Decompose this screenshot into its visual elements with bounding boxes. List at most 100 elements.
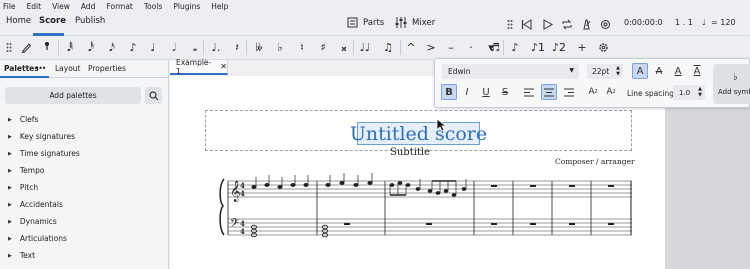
italic-button[interactable]: I [459, 84, 475, 100]
menu-format[interactable]: Format [106, 2, 132, 11]
tuplet-icon[interactable]: ♬ [488, 40, 502, 55]
flip-direction-icon[interactable]: ♪ [508, 40, 522, 55]
rest-icon[interactable]: 𝄽 [230, 40, 244, 55]
double-sharp-icon[interactable]: 𝄪 [337, 40, 351, 55]
rewind-icon[interactable] [520, 17, 534, 31]
augmentation-dot-icon[interactable]: ♩. [209, 40, 223, 55]
align-right-button[interactable] [561, 84, 577, 100]
playback-settings-icon[interactable] [598, 17, 612, 31]
voice-1-icon[interactable]: ♪1 [531, 40, 545, 55]
align-left-icon [524, 88, 534, 96]
marcato-icon[interactable]: ^ [404, 40, 418, 55]
palette-tempo[interactable]: ▶ Tempo [8, 166, 44, 175]
superscript-button[interactable]: A2 [603, 84, 619, 100]
text-style-frame-a-button[interactable]: A [689, 63, 705, 79]
menu-file[interactable]: File [3, 2, 16, 11]
palette-time-signatures[interactable]: ▶ Time signatures [8, 149, 80, 158]
palette-text[interactable]: ▶ Text [8, 251, 35, 260]
toolbar-separator [353, 40, 354, 55]
palettes-panel: Palettes ••• Layout Properties Add palet… [0, 60, 169, 269]
whole-note-icon[interactable]: 𝅝 [188, 40, 202, 55]
text-style-a-button[interactable]: A [632, 63, 648, 79]
tie-icon[interactable]: ♩♩ [358, 40, 372, 55]
subscript-button[interactable]: A2 [585, 84, 601, 100]
palette-pitch[interactable]: ▶ Pitch [8, 183, 38, 192]
toolbar-handle-icon[interactable] [2, 40, 16, 55]
strikethrough-button[interactable]: S [497, 84, 513, 100]
score-subtitle[interactable]: Subtitle [390, 147, 430, 158]
slur-icon[interactable]: ♫ [381, 40, 395, 55]
toolbar-settings-gear-icon[interactable] [596, 40, 610, 55]
palette-label: Dynamics [19, 217, 57, 226]
mixer-button[interactable]: Mixer [395, 17, 435, 28]
score-title-text: Untitled score [349, 122, 488, 145]
align-left-button[interactable] [521, 84, 537, 100]
add-symbol-label: Add symbol [718, 88, 750, 96]
expand-arrow-icon: ▶ [8, 116, 12, 123]
palette-search-icon[interactable] [145, 87, 162, 104]
menu-edit[interactable]: Edit [27, 2, 42, 11]
add-symbol-button[interactable]: ♭ Add symbol [713, 64, 750, 104]
palette-clefs[interactable]: ▶ Clefs [8, 115, 38, 124]
tenuto-icon[interactable]: – [444, 40, 458, 55]
metronome-icon[interactable] [579, 17, 593, 31]
sixteenth-note-icon[interactable]: 𝅘𝅥𝅯 [105, 40, 119, 55]
natural-icon[interactable]: ♮ [295, 40, 309, 55]
menu-add[interactable]: Add [81, 2, 96, 11]
loop-icon[interactable] [560, 17, 574, 31]
doc-tab-example-1[interactable]: Example-1 ✕ [170, 58, 228, 76]
sixtyfourth-note-icon[interactable]: 𝅘𝅥𝅱 [63, 40, 77, 55]
panel-more-icon[interactable]: ••• [35, 64, 46, 73]
font-size-stepper[interactable]: 22pt ▲ ▼ [587, 64, 623, 79]
note-input-pen-icon[interactable] [19, 40, 33, 55]
measure-3-notes [389, 179, 467, 197]
add-toolbar-item-icon[interactable]: + [575, 40, 589, 55]
tab-layout[interactable]: Layout [55, 64, 81, 73]
measure-1-notes [251, 175, 309, 189]
line-spacing-stepper[interactable]: 1.0 ▲ ▼ [673, 85, 705, 100]
tab-score[interactable]: Score [39, 16, 66, 26]
tab-home[interactable]: Home [6, 16, 31, 26]
font-select[interactable]: Edwin ▼ [442, 64, 579, 79]
tab-palettes[interactable]: Palettes [4, 64, 39, 73]
music-system[interactable]: 𝄞 𝄢 4 4 4 4 [218, 173, 638, 243]
stepper-arrows-icon[interactable]: ▲ ▼ [698, 86, 702, 98]
expand-arrow-icon: ▶ [8, 252, 12, 259]
text-style-underline-a-button[interactable]: A [670, 63, 686, 79]
half-note-icon[interactable]: 𝅗𝅥 [167, 40, 181, 55]
staccato-icon[interactable]: · [464, 40, 478, 55]
bold-button[interactable]: B [441, 84, 457, 100]
add-palettes-button[interactable]: Add palettes [5, 87, 141, 104]
tab-properties[interactable]: Properties [88, 64, 126, 73]
parts-button[interactable]: Parts [347, 17, 384, 28]
score-composer[interactable]: Composer / arranger [555, 157, 635, 166]
menu-view[interactable]: View [52, 2, 70, 11]
toolbar-separator [58, 40, 59, 55]
voice-2-icon[interactable]: ♪2 [552, 40, 566, 55]
score-title[interactable]: Untitled score [350, 122, 487, 145]
close-tab-icon[interactable]: ✕ [220, 62, 227, 71]
eighth-note-icon[interactable]: ♪ [126, 40, 140, 55]
align-center-button[interactable] [541, 84, 557, 100]
underline-button[interactable]: U [478, 84, 494, 100]
time-display: 0:00:00:0 [624, 18, 663, 27]
stepper-arrows-icon[interactable]: ▲ ▼ [616, 65, 620, 77]
palette-dynamics[interactable]: ▶ Dynamics [8, 217, 57, 226]
tab-publish[interactable]: Publish [75, 16, 105, 26]
drag-handle-icon[interactable] [503, 17, 517, 31]
play-icon[interactable] [540, 17, 554, 31]
menu-tools[interactable]: Tools [144, 2, 162, 11]
quarter-note-icon[interactable]: ♩ [146, 40, 160, 55]
thirtysecond-note-icon[interactable]: 𝅘𝅥𝅰 [84, 40, 98, 55]
sharp-icon[interactable]: ♯ [316, 40, 330, 55]
palette-key-signatures[interactable]: ▶ Key signatures [8, 132, 75, 141]
double-flat-icon[interactable]: 𝄫 [252, 40, 266, 55]
palette-articulations[interactable]: ▶ Articulations [8, 234, 67, 243]
accent-icon[interactable]: > [424, 40, 438, 55]
text-style-strike-a-button[interactable]: A [651, 63, 667, 79]
accent-note-icon[interactable] [40, 40, 54, 55]
menu-plugins[interactable]: Plugins [173, 2, 200, 11]
palette-accidentals[interactable]: ▶ Accidentals [8, 200, 63, 209]
menu-help[interactable]: Help [211, 2, 228, 11]
flat-icon[interactable]: ♭ [273, 40, 287, 55]
